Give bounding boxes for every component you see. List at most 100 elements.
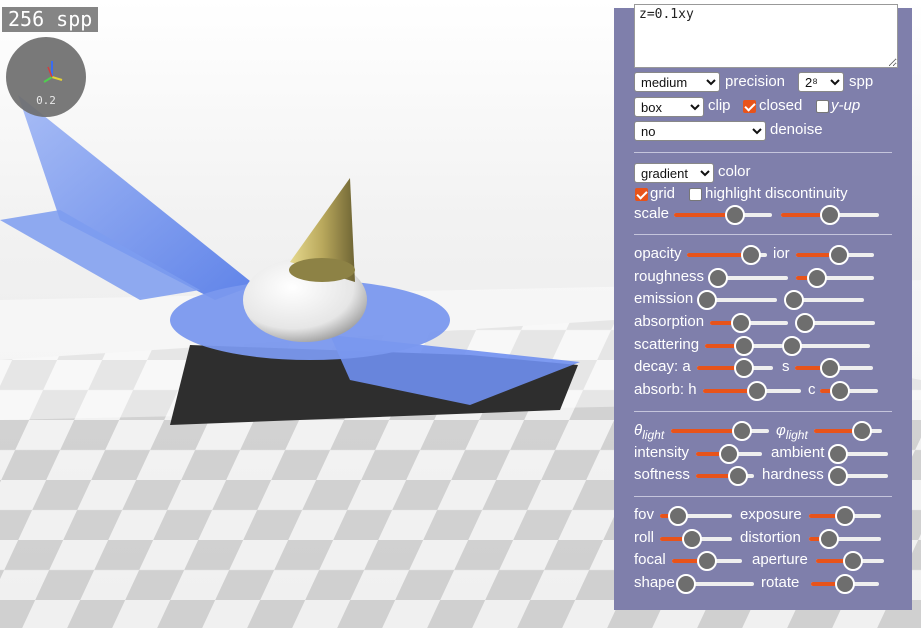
precision-select[interactable]: medium [634, 72, 720, 92]
yup-checkbox[interactable] [816, 100, 829, 113]
yup-label: y-up [831, 97, 861, 114]
intensity-slider[interactable] [696, 444, 762, 464]
shape-slider[interactable] [676, 574, 754, 594]
slider-knob[interactable] [746, 381, 767, 401]
scale-slider-2[interactable] [781, 205, 879, 225]
absorption-label: absorption [634, 313, 705, 330]
divider [634, 234, 892, 235]
hardness-slider[interactable] [828, 466, 888, 486]
slider-knob[interactable] [828, 444, 848, 464]
slider-knob[interactable] [724, 205, 745, 225]
emission-slider-2[interactable] [784, 290, 864, 310]
ambient-label: ambient [771, 444, 825, 461]
slider-track[interactable] [707, 298, 777, 302]
distortion-slider[interactable] [809, 529, 881, 549]
rotate-slider[interactable] [811, 574, 879, 594]
phi-light-slider[interactable] [814, 421, 882, 441]
exposure-label: exposure [740, 506, 802, 523]
decay-s-slider[interactable] [795, 358, 873, 378]
spp-select[interactable]: 2⁸ [798, 72, 844, 92]
slider-knob[interactable] [784, 290, 804, 310]
roughness-slider[interactable] [708, 268, 788, 288]
scattering-slider[interactable] [705, 336, 783, 356]
closed-label: closed [759, 97, 803, 114]
fov-slider[interactable] [660, 506, 732, 526]
slider-track[interactable] [686, 582, 754, 586]
divider [634, 411, 892, 412]
slider-knob[interactable] [731, 313, 752, 333]
slider-track[interactable] [792, 344, 870, 348]
slider-knob[interactable] [731, 421, 752, 441]
axis-gizmo[interactable]: 0.2 [6, 37, 86, 117]
aperture-slider[interactable] [816, 551, 884, 571]
slider-knob[interactable] [807, 268, 828, 288]
slider-knob[interactable] [719, 444, 739, 464]
decay-a-label: decay: a [634, 358, 691, 375]
theta-subscript: light [642, 428, 665, 442]
theta-light-slider[interactable] [671, 421, 769, 441]
highlight-discontinuity-checkbox[interactable] [689, 188, 702, 201]
slider-knob[interactable] [676, 574, 696, 594]
slider-knob[interactable] [828, 466, 848, 486]
distortion-label: distortion [740, 529, 801, 546]
decay-a-slider[interactable] [697, 358, 773, 378]
slider-knob[interactable] [668, 506, 688, 526]
scale-label: scale [634, 205, 670, 222]
color-select[interactable]: gradient [634, 163, 714, 183]
slider-knob[interactable] [734, 336, 754, 356]
slider-knob[interactable] [697, 290, 717, 310]
slider-knob[interactable] [727, 466, 748, 486]
ior-label: ior [773, 245, 790, 262]
slider-knob[interactable] [820, 205, 840, 225]
slider-knob[interactable] [741, 245, 761, 265]
scattering-slider-2[interactable] [782, 336, 870, 356]
roll-slider[interactable] [660, 529, 732, 549]
grid-checkbox[interactable] [635, 188, 648, 201]
roughness-label: roughness [634, 268, 705, 285]
clip-select[interactable]: box [634, 97, 704, 117]
equation-input[interactable]: z=0.1xy [634, 4, 898, 68]
slider-knob[interactable] [835, 574, 855, 594]
ambient-slider[interactable] [828, 444, 888, 464]
color-label: color [718, 163, 751, 180]
closed-checkbox[interactable] [743, 100, 756, 113]
shape-label: shape [634, 574, 675, 591]
slider-knob[interactable] [819, 529, 840, 549]
slider-track[interactable] [718, 276, 788, 280]
spp-label: spp [849, 73, 874, 90]
focal-slider[interactable] [672, 551, 742, 571]
ior-slider[interactable] [796, 245, 874, 265]
softness-slider[interactable] [696, 466, 754, 486]
softness-label: softness [634, 466, 690, 483]
slider-fill [671, 429, 742, 433]
precision-label: precision [725, 73, 786, 90]
slider-knob[interactable] [835, 506, 855, 526]
opacity-slider[interactable] [687, 245, 767, 265]
slider-knob[interactable] [843, 551, 864, 571]
divider [634, 496, 892, 497]
slider-knob[interactable] [820, 358, 841, 378]
emission-slider[interactable] [697, 290, 777, 310]
absorb-h-slider[interactable] [703, 381, 801, 401]
roll-label: roll [634, 529, 655, 546]
slider-knob[interactable] [734, 358, 755, 378]
slider-knob[interactable] [697, 551, 717, 571]
slider-knob[interactable] [794, 313, 815, 333]
scale-slider[interactable] [674, 205, 772, 225]
phi-symbol: φ [776, 422, 786, 439]
absorption-slider-2[interactable] [794, 313, 875, 333]
slider-track[interactable] [794, 298, 864, 302]
roughness-slider-2[interactable] [796, 268, 874, 288]
slider-knob[interactable] [682, 529, 703, 549]
absorption-slider[interactable] [710, 313, 788, 333]
theta-light-label: θlight [634, 422, 664, 444]
slider-knob[interactable] [708, 268, 728, 288]
slider-knob[interactable] [782, 336, 802, 356]
absorb-c-slider[interactable] [820, 381, 878, 401]
slider-knob[interactable] [851, 421, 872, 441]
slider-knob[interactable] [830, 381, 851, 401]
phi-light-label: φlight [776, 422, 808, 444]
slider-knob[interactable] [828, 245, 849, 265]
denoise-select[interactable]: no [634, 121, 766, 141]
exposure-slider[interactable] [809, 506, 881, 526]
